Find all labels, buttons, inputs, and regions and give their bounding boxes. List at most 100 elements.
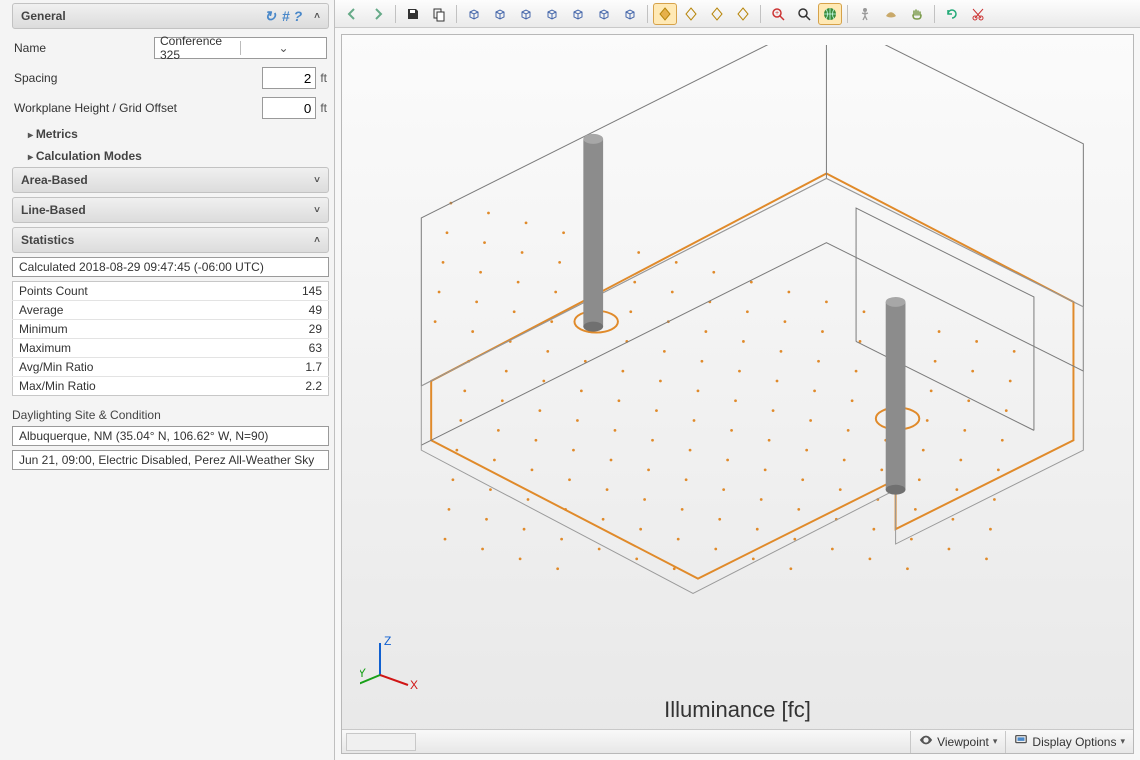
- toolbar-separator: [456, 5, 457, 23]
- room-wireframe: [421, 45, 1083, 593]
- view-front-icon: [596, 6, 612, 22]
- render-shaded-icon: [735, 6, 751, 22]
- help-icon[interactable]: # ?: [282, 8, 302, 24]
- site-location-field: Albuquerque, NM (35.04° N, 106.62° W, N=…: [12, 426, 329, 446]
- section-area-based-header[interactable]: Area-Based ˅: [12, 167, 329, 193]
- view-iso-ne-button[interactable]: [488, 3, 512, 25]
- name-combobox[interactable]: Conference 325 ⌄: [154, 37, 327, 59]
- 3d-viewport[interactable]: Z X Y Illuminance [fc] Viewpoint ▾: [341, 34, 1134, 754]
- nav-back-button[interactable]: [340, 3, 364, 25]
- render-solid-button[interactable]: [653, 3, 677, 25]
- svg-text:Z: Z: [384, 635, 391, 648]
- view-iso-nw-button[interactable]: [462, 3, 486, 25]
- save-button[interactable]: [401, 3, 425, 25]
- stat-value: 145: [244, 282, 328, 301]
- walk-button[interactable]: [853, 3, 877, 25]
- view-front-button[interactable]: [592, 3, 616, 25]
- cut-icon: [970, 6, 986, 22]
- stat-label: Maximum: [13, 339, 245, 358]
- section-line-based-header[interactable]: Line-Based ˅: [12, 197, 329, 223]
- render-hidden-button[interactable]: [705, 3, 729, 25]
- nav-forward-button[interactable]: [366, 3, 390, 25]
- walk-icon: [857, 6, 873, 22]
- stat-value: 2.2: [244, 377, 328, 396]
- view-iso-nw-icon: [466, 6, 482, 22]
- toolbar-separator: [647, 5, 648, 23]
- view-iso-sw-icon: [518, 6, 534, 22]
- zoom-window-icon: [796, 6, 812, 22]
- stat-label: Minimum: [13, 320, 245, 339]
- stat-label: Avg/Min Ratio: [13, 358, 245, 377]
- daylight-site-heading: Daylighting Site & Condition: [12, 408, 329, 422]
- svg-text:+: +: [775, 10, 779, 17]
- stat-label: Points Count: [13, 282, 245, 301]
- section-line-based-title: Line-Based: [21, 203, 86, 217]
- view-iso-se-icon: [544, 6, 560, 22]
- collapse-statistics-icon[interactable]: ˄: [314, 235, 320, 246]
- name-dropdown-icon[interactable]: ⌄: [240, 41, 326, 55]
- chevron-down-icon: ▾: [1120, 736, 1125, 747]
- view-top-button[interactable]: [566, 3, 590, 25]
- render-solid-icon: [657, 6, 673, 22]
- fly-button[interactable]: [879, 3, 903, 25]
- copy-button[interactable]: [427, 3, 451, 25]
- section-statistics-title: Statistics: [21, 233, 74, 247]
- zoom-window-button[interactable]: [792, 3, 816, 25]
- refresh-button[interactable]: [940, 3, 964, 25]
- eye-icon: [919, 733, 933, 750]
- globe-button[interactable]: [818, 3, 842, 25]
- zoom-extents-button[interactable]: +: [766, 3, 790, 25]
- chevron-down-icon: ▾: [993, 736, 998, 747]
- section-general-title: General: [21, 9, 66, 23]
- name-label: Name: [14, 41, 154, 55]
- view-iso-se-button[interactable]: [540, 3, 564, 25]
- render-shaded-button[interactable]: [731, 3, 755, 25]
- calculated-timestamp-field: Calculated 2018-08-29 09:47:45 (-06:00 U…: [12, 257, 329, 277]
- render-hidden-icon: [709, 6, 725, 22]
- axis-gizmo: Z X Y: [360, 635, 420, 693]
- display-options-label: Display Options: [1032, 735, 1116, 749]
- cut-button[interactable]: [966, 3, 990, 25]
- section-statistics-header[interactable]: Statistics ˄: [12, 227, 329, 253]
- properties-sidebar: General ↻ # ? ˄ Name Conference 325 ⌄ Sp…: [0, 0, 335, 760]
- stat-value: 29: [244, 320, 328, 339]
- viewport-footer: Viewpoint ▾ Display Options ▾: [342, 729, 1133, 753]
- view-side-button[interactable]: [618, 3, 642, 25]
- viewpoint-dropdown[interactable]: Viewpoint ▾: [910, 731, 1005, 753]
- workplane-label: Workplane Height / Grid Offset: [14, 101, 184, 115]
- workplane-input[interactable]: [262, 97, 316, 119]
- view-top-icon: [570, 6, 586, 22]
- view-iso-sw-button[interactable]: [514, 3, 538, 25]
- svg-text:Y: Y: [360, 666, 366, 680]
- expand-area-based-icon[interactable]: ˅: [314, 175, 320, 186]
- refresh-help-icon[interactable]: ↻: [264, 8, 276, 25]
- section-general-header[interactable]: General ↻ # ? ˄: [12, 3, 329, 29]
- render-wire-icon: [683, 6, 699, 22]
- metrics-expander[interactable]: Metrics: [12, 123, 329, 145]
- nav-back-icon: [344, 6, 360, 22]
- footer-progress-slot: [346, 733, 416, 751]
- spacing-input[interactable]: [262, 67, 316, 89]
- columns: [583, 134, 905, 495]
- expand-line-based-icon[interactable]: ˅: [314, 205, 320, 216]
- workplane-unit: ft: [320, 101, 327, 115]
- viewport-caption: Illuminance [fc]: [342, 697, 1133, 723]
- table-row: Points Count145: [13, 282, 329, 301]
- calc-modes-expander[interactable]: Calculation Modes: [12, 145, 329, 167]
- pan-hand-icon: [909, 6, 925, 22]
- stat-value: 63: [244, 339, 328, 358]
- fly-icon: [883, 6, 899, 22]
- zoom-extents-icon: +: [770, 6, 786, 22]
- pan-hand-button[interactable]: [905, 3, 929, 25]
- render-wire-button[interactable]: [679, 3, 703, 25]
- viewpoint-label: Viewpoint: [937, 735, 989, 749]
- copy-icon: [431, 6, 447, 22]
- table-row: Minimum29: [13, 320, 329, 339]
- stat-label: Max/Min Ratio: [13, 377, 245, 396]
- display-options-dropdown[interactable]: Display Options ▾: [1005, 731, 1133, 753]
- name-value: Conference 325: [155, 34, 240, 62]
- collapse-general-icon[interactable]: ˄: [314, 11, 320, 22]
- stat-label: Average: [13, 301, 245, 320]
- statistics-table: Points Count145Average49Minimum29Maximum…: [12, 281, 329, 396]
- monitor-icon: [1014, 733, 1028, 750]
